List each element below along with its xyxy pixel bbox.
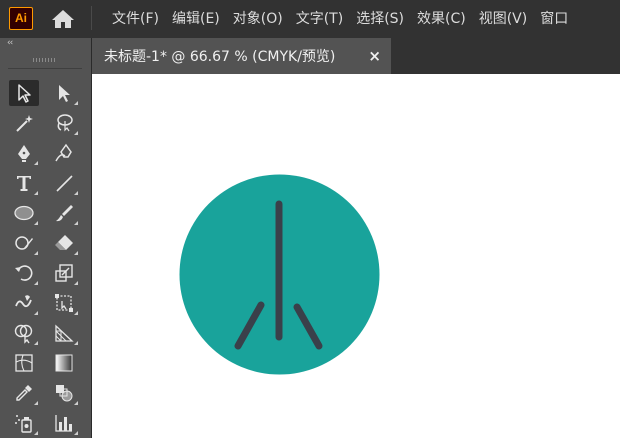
mesh-tool[interactable]	[9, 350, 39, 376]
menu-separator	[91, 6, 92, 30]
panel-divider	[8, 68, 82, 69]
menu-view[interactable]: 视图(V)	[479, 8, 528, 28]
main-menu: 文件(F) 编辑(E) 对象(O) 文字(T) 选择(S) 效果(C) 视图(V…	[112, 0, 581, 36]
eraser-tool-icon	[55, 235, 73, 250]
paintbrush-tool-icon	[56, 205, 73, 222]
blend-tool-icon	[56, 385, 73, 402]
scale-tool-icon	[55, 264, 73, 282]
warp-tool-icon	[15, 295, 32, 308]
free-transform-tool[interactable]	[49, 290, 79, 316]
document-tab-bar: 未标题-1* @ 66.67 % (CMYK/预览) ×	[92, 38, 620, 74]
menu-bar: Ai 文件(F) 编辑(E) 对象(O) 文字(T) 选择(S) 效果(C) 视…	[0, 0, 620, 36]
rotate-tool-icon	[15, 265, 33, 281]
tools-panel: ‹‹	[0, 38, 92, 438]
pen-tool-icon	[18, 145, 30, 162]
document-tab[interactable]: 未标题-1* @ 66.67 % (CMYK/预览) ×	[92, 38, 391, 74]
type-tool[interactable]	[9, 170, 39, 196]
artwork-group[interactable]	[179, 174, 380, 375]
column-graph-tool-icon	[55, 415, 72, 432]
menu-type[interactable]: 文字(T)	[296, 8, 343, 28]
menu-select[interactable]: 选择(S)	[356, 8, 404, 28]
ellipse-tool-icon	[14, 205, 34, 221]
gradient-tool-icon	[55, 354, 73, 372]
menu-edit[interactable]: 编辑(E)	[172, 8, 220, 28]
collapse-panel-button[interactable]: ‹‹	[7, 38, 13, 48]
document-tab-title: 未标题-1* @ 66.67 % (CMYK/预览)	[104, 49, 336, 65]
column-graph-tool[interactable]	[49, 410, 79, 436]
blend-tool[interactable]	[49, 380, 79, 406]
panel-grip-handle[interactable]	[33, 58, 57, 62]
shaper-tool-icon	[15, 236, 33, 250]
close-icon[interactable]: ×	[368, 47, 381, 65]
free-transform-tool-icon	[55, 294, 73, 312]
eyedropper-tool-icon	[16, 385, 32, 401]
direct-selection-tool-icon	[59, 85, 70, 102]
ellipse-tool[interactable]	[9, 200, 39, 226]
mesh-tool-icon	[15, 354, 33, 372]
rotate-tool[interactable]	[9, 260, 39, 286]
direct-selection-tool[interactable]	[49, 80, 79, 106]
menu-effect[interactable]: 效果(C)	[417, 8, 466, 28]
paintbrush-tool[interactable]	[49, 200, 79, 226]
eyedropper-tool[interactable]	[9, 380, 39, 406]
menu-window[interactable]: 窗口	[540, 8, 568, 28]
lasso-tool-icon	[57, 114, 73, 132]
eraser-tool[interactable]	[49, 230, 79, 256]
perspective-grid-tool[interactable]	[49, 320, 79, 346]
app-logo: Ai	[9, 7, 33, 30]
menu-object[interactable]: 对象(O)	[233, 8, 283, 28]
warp-tool[interactable]	[9, 290, 39, 316]
line-segment-tool-icon	[56, 175, 73, 192]
pen-tool[interactable]	[9, 140, 39, 166]
selection-tool-icon	[18, 84, 31, 103]
line-segment-tool[interactable]	[49, 170, 79, 196]
menu-file[interactable]: 文件(F)	[112, 8, 159, 28]
scale-tool[interactable]	[49, 260, 79, 286]
shape-builder-tool-icon	[14, 324, 33, 344]
selection-tool[interactable]	[9, 80, 39, 106]
shape-builder-tool[interactable]	[9, 320, 39, 346]
magic-wand-tool[interactable]	[9, 110, 39, 136]
magic-wand-tool-icon	[16, 115, 33, 132]
symbol-sprayer-tool-icon	[15, 415, 32, 433]
gradient-tool[interactable]	[49, 350, 79, 376]
shaper-tool[interactable]	[9, 230, 39, 256]
type-tool-icon	[17, 176, 31, 191]
home-icon[interactable]	[50, 8, 76, 30]
perspective-grid-tool-icon	[55, 324, 74, 342]
lasso-tool[interactable]	[49, 110, 79, 136]
curvature-tool-icon	[55, 143, 72, 162]
symbol-sprayer-tool[interactable]	[9, 410, 39, 436]
curvature-tool[interactable]	[49, 140, 79, 166]
